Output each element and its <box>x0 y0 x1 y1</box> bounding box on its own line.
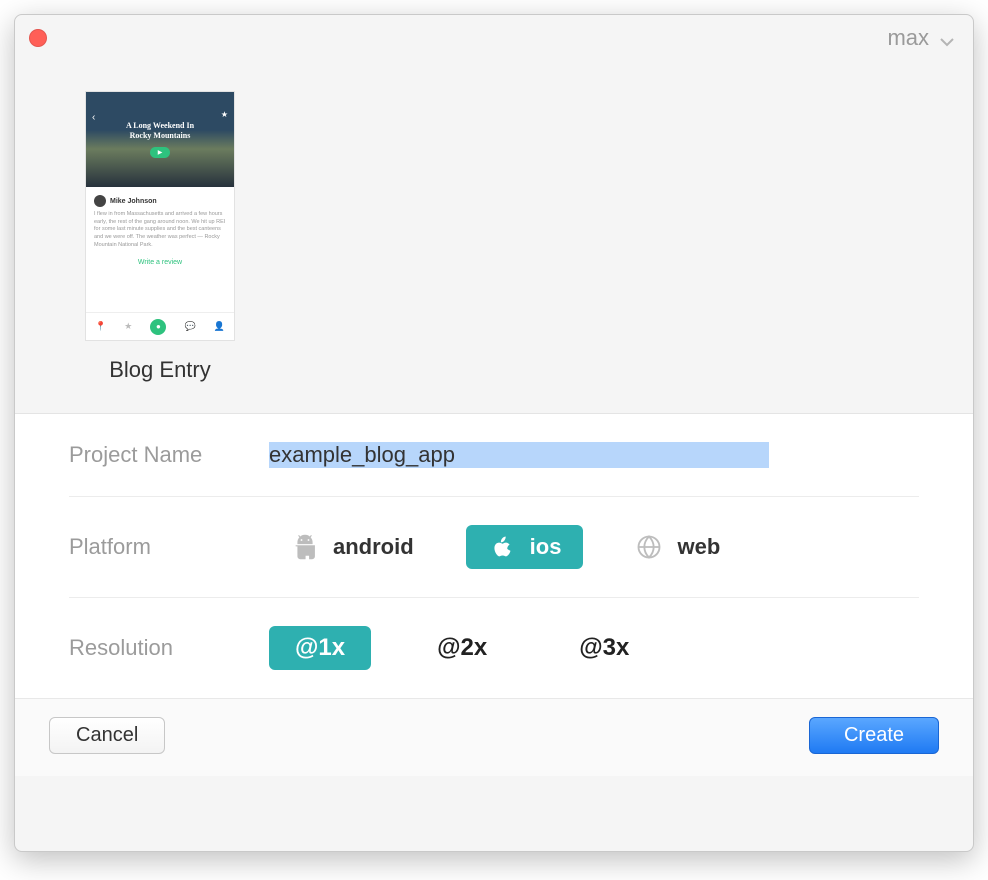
dialog-window: max ‹ ★ A Long Weekend In Rocky Mountain… <box>14 14 974 852</box>
platform-label: Platform <box>69 534 269 560</box>
star-icon: ★ <box>221 110 228 119</box>
platform-web[interactable]: web <box>613 525 742 569</box>
resolution-2x[interactable]: @2x <box>411 626 513 670</box>
platform-group: android ios web <box>269 525 742 569</box>
create-button[interactable]: Create <box>809 717 939 754</box>
cancel-button[interactable]: Cancel <box>49 717 165 754</box>
form-area: Project Name Platform android ios <box>15 413 973 698</box>
star-outline-icon: ★ <box>124 321 132 332</box>
chat-icon: 💬 <box>184 321 195 332</box>
footer: Cancel Create <box>15 698 973 776</box>
platform-ios[interactable]: ios <box>466 525 584 569</box>
mock-review-link: Write a review <box>94 259 226 266</box>
chevron-left-icon: ‹ <box>92 112 95 123</box>
mock-author: Mike Johnson <box>110 198 157 205</box>
mock-tabbar: 📍 ★ ● 💬 👤 <box>86 312 234 340</box>
avatar-icon <box>94 195 106 207</box>
resolution-3x[interactable]: @3x <box>553 626 655 670</box>
close-window-button[interactable] <box>29 29 47 47</box>
user-label: max <box>887 25 929 51</box>
platform-android[interactable]: android <box>269 525 436 569</box>
platform-row: Platform android ios <box>69 497 919 598</box>
resolution-1x[interactable]: @1x <box>269 626 371 670</box>
resolution-row: Resolution @1x @2x @3x <box>69 598 919 698</box>
person-icon: 👤 <box>214 321 225 332</box>
android-icon <box>291 533 319 561</box>
chevron-down-icon <box>939 30 955 46</box>
titlebar: max <box>15 15 973 61</box>
platform-android-label: android <box>333 534 414 560</box>
platform-web-label: web <box>677 534 720 560</box>
camera-icon: ● <box>150 319 166 335</box>
design-thumbnail-label: Blog Entry <box>85 357 235 383</box>
mock-hero-chip: ▶ <box>150 147 171 158</box>
pin-icon: 📍 <box>95 321 106 332</box>
globe-icon <box>635 533 663 561</box>
project-name-field[interactable] <box>269 442 769 468</box>
project-name-label: Project Name <box>69 442 269 468</box>
resolution-group: @1x @2x @3x <box>269 626 655 670</box>
project-name-row: Project Name <box>69 414 919 497</box>
mock-hero-title: A Long Weekend In Rocky Mountains <box>126 121 194 140</box>
design-thumbnail-image: ‹ ★ A Long Weekend In Rocky Mountains ▶ … <box>85 91 235 341</box>
platform-ios-label: ios <box>530 534 562 560</box>
design-thumbnail[interactable]: ‹ ★ A Long Weekend In Rocky Mountains ▶ … <box>85 91 235 383</box>
apple-icon <box>488 533 516 561</box>
preview-area: ‹ ★ A Long Weekend In Rocky Mountains ▶ … <box>15 61 973 413</box>
project-name-input[interactable] <box>269 442 769 468</box>
mock-paragraph: I flew in from Massachusetts and arrived… <box>94 211 226 249</box>
user-menu[interactable]: max <box>887 25 955 51</box>
resolution-label: Resolution <box>69 635 269 661</box>
